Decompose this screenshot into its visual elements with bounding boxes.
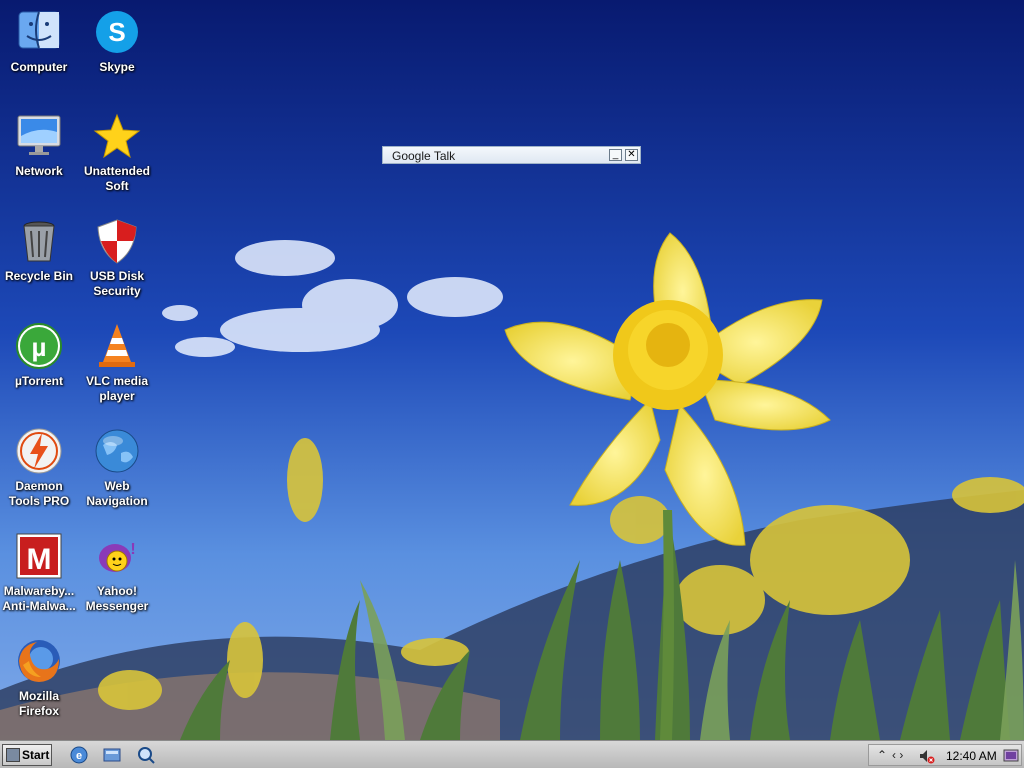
desktop-icon-vlc[interactable]: VLC media player [78,322,156,404]
desktop-icon-web-navigation[interactable]: Web Navigation [78,427,156,509]
desktop-icon-usb-disk-security[interactable]: USB Disk Security [78,217,156,299]
volume-muted-icon[interactable] [919,748,935,764]
clock[interactable]: 12:40 AM [946,749,997,763]
desktop-icon-daemon-tools[interactable]: Daemon Tools PRO [0,427,78,509]
desktop-icon-utorrent[interactable]: µ µTorrent [0,322,78,389]
ie-icon[interactable]: e [69,745,89,765]
taskbar: Start e ⌃ ‹ › 12:40 AM [0,740,1024,768]
window-title: Google Talk [392,149,456,163]
svg-text:!: ! [130,541,135,558]
desktop-icon-label: Computer [10,60,68,74]
desktop-icon-malwarebytes[interactable]: M Malwareby... Anti-Malwa... [0,532,78,614]
arrows-icon[interactable]: ‹ › [892,748,903,762]
desktop-switch-icon[interactable] [1003,748,1019,764]
desktop-icon-yahoo-messenger[interactable]: ! Yahoo! Messenger [78,532,156,614]
desktop-icon-label: Skype [99,60,135,74]
start-label: Start [22,748,50,762]
globe-icon [95,429,139,473]
malwarebytes-icon: M [16,533,62,579]
desktop-icon-label: Yahoo! Messenger [85,584,149,613]
explorer-icon[interactable] [102,745,122,765]
desktop-icon-skype[interactable]: S Skype [78,8,156,75]
skype-icon: S [96,11,138,53]
shield-icon [97,219,137,264]
yahoo-messenger-icon: ! [99,541,136,572]
svg-text:S: S [108,17,125,47]
desktop-icon-label: Malwareby... Anti-Malwa... [2,584,76,613]
firefox-icon [18,640,60,682]
utorrent-icon: µ [16,323,62,369]
start-icon [6,748,20,762]
desktop-icon-label: Unattended Soft [84,164,150,193]
close-button[interactable]: ✕ [625,149,638,161]
desktop-icon-label: VLC media player [85,374,148,403]
desktop-icon-label: Web Navigation [86,479,148,508]
system-tray: ⌃ ‹ › 12:40 AM [868,744,1022,766]
desktop-icon-recycle-bin[interactable]: Recycle Bin [0,217,78,284]
svg-text:e: e [76,750,82,762]
desktop-icon-label: Network [15,164,63,178]
vlc-cone-icon [99,324,135,367]
svg-text:M: M [27,543,52,576]
desktop-icon-firefox[interactable]: Mozilla Firefox [0,637,78,719]
star-icon [93,113,141,159]
minimize-button[interactable]: _ [609,149,622,161]
desktop-icon-network[interactable]: Network [0,112,78,179]
desktop-icon-label: Recycle Bin [4,269,74,283]
trash-icon [23,221,55,262]
desktop-icon-label: USB Disk Security [89,269,145,298]
start-button[interactable]: Start [2,744,52,766]
desktop-icon-label: Daemon Tools PRO [8,479,70,508]
monitor-icon [17,115,61,155]
desktop-icon-computer[interactable]: Computer [0,8,78,75]
desktop-icon-unattended-soft[interactable]: Unattended Soft [78,112,156,194]
google-talk-window[interactable]: Google Talk _ ✕ [382,146,641,164]
svg-text:µ: µ [32,332,47,362]
search-icon[interactable] [136,745,156,765]
desktop-icon-label: µTorrent [14,374,64,388]
show-hidden-icons-chevron[interactable]: ⌃ [877,748,887,762]
finder-icon [18,11,60,49]
daemon-tools-icon [16,428,62,474]
desktop-icon-label: Mozilla Firefox [18,689,59,718]
